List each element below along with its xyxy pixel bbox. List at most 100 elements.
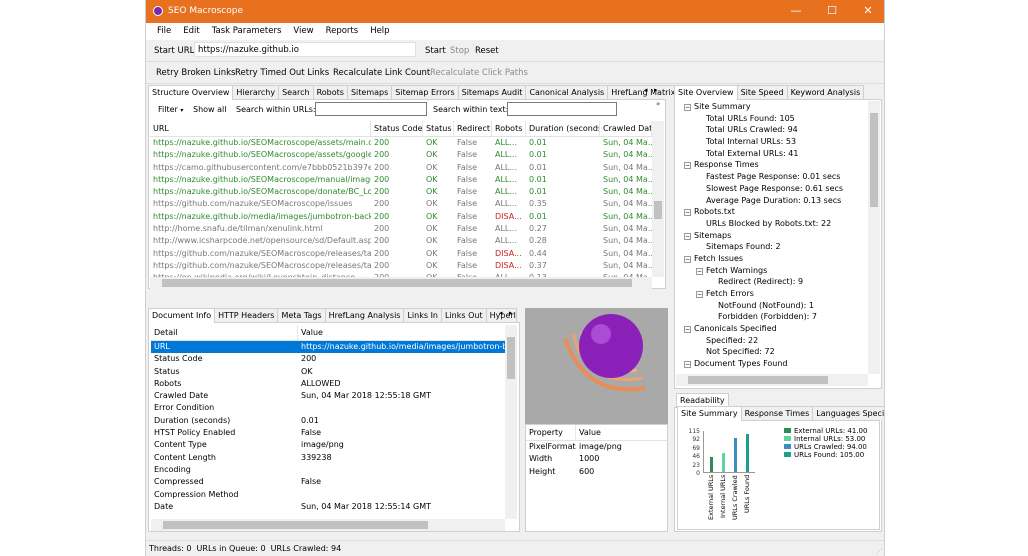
- detail-tab-right-icon[interactable]: ▸: [509, 309, 513, 317]
- detail-row[interactable]: Crawled Date Sun, 04 Mar 2018 12:55:18 GM…: [151, 390, 505, 402]
- detail-row[interactable]: URL https://nazuke.github.io/media/images…: [151, 341, 505, 354]
- table-row[interactable]: https://nazuke.github.io/SEOMacroscope/d…: [150, 186, 652, 198]
- tab-hierarchy[interactable]: Hierarchy: [232, 85, 280, 99]
- menu-file[interactable]: File: [151, 23, 177, 36]
- tab-scroll-left-icon[interactable]: ◂: [644, 86, 648, 94]
- collapse-icon[interactable]: −: [684, 209, 691, 217]
- col-detail[interactable]: Detail: [151, 325, 298, 340]
- collapse-icon[interactable]: −: [684, 232, 691, 240]
- tab-sitemap-errors[interactable]: Sitemap Errors: [391, 85, 459, 99]
- collapse-icon[interactable]: −: [696, 291, 703, 298]
- collapse-icon[interactable]: −: [696, 267, 703, 275]
- resize-grip-icon[interactable]: ⋰: [876, 548, 882, 555]
- expand-icon[interactable]: »: [656, 100, 660, 108]
- menu-task-parameters[interactable]: Task Parameters: [206, 23, 288, 36]
- table-row[interactable]: https://github.com/nazuke/SEOMacroscope/…: [150, 248, 652, 260]
- col-status-code[interactable]: Status Code: [371, 121, 423, 136]
- tab-http-headers[interactable]: HTTP Headers: [214, 308, 279, 322]
- search-urls-input[interactable]: [315, 102, 427, 116]
- tree-node[interactable]: − Site Summary: [676, 102, 868, 114]
- property-row[interactable]: Width 1000: [526, 453, 667, 465]
- tree-node[interactable]: Forbidden (Forbidden): 7: [676, 312, 868, 324]
- tree-node[interactable]: URLs Blocked by Robots.txt: 22: [676, 219, 868, 231]
- tree-node[interactable]: − Fetch Warnings: [676, 266, 868, 278]
- retry-broken-links-button[interactable]: Retry Broken Links: [156, 68, 235, 78]
- detail-row[interactable]: Duration (seconds) 0.01: [151, 415, 505, 427]
- tab-sitemaps-audit[interactable]: Sitemaps Audit: [457, 85, 527, 99]
- maximize-button[interactable]: ☐: [814, 0, 850, 23]
- tab-canonical-analysis[interactable]: Canonical Analysis: [525, 85, 609, 99]
- collapse-icon[interactable]: −: [684, 162, 691, 170]
- tab-links-in[interactable]: Links In: [403, 308, 442, 322]
- table-row[interactable]: https://nazuke.github.io/SEOMacroscope/m…: [150, 174, 652, 186]
- scroll-thumb[interactable]: [870, 113, 878, 207]
- scroll-thumb[interactable]: [163, 521, 428, 529]
- scroll-thumb[interactable]: [507, 337, 515, 379]
- table-row[interactable]: https://github.com/nazuke/SEOMacroscope/…: [150, 198, 652, 210]
- tab-robots[interactable]: Robots: [312, 85, 348, 99]
- detail-row[interactable]: Encoding: [151, 464, 505, 476]
- col-status[interactable]: Status: [423, 121, 454, 136]
- tab-search[interactable]: Search: [278, 85, 314, 99]
- collapse-icon[interactable]: −: [684, 255, 691, 263]
- col-url[interactable]: URL: [150, 121, 371, 136]
- structure-horizontal-scrollbar[interactable]: [150, 277, 652, 289]
- search-text-input[interactable]: [507, 102, 617, 116]
- tab-sitemaps[interactable]: Sitemaps: [346, 85, 393, 99]
- collapse-icon[interactable]: −: [684, 361, 691, 369]
- col-duration[interactable]: Duration (seconds): [526, 121, 600, 136]
- tab-hreflang-analysis[interactable]: HrefLang Analysis: [324, 308, 405, 322]
- scroll-thumb[interactable]: [162, 279, 632, 287]
- filter-dropdown[interactable]: Filter ▾: [158, 105, 183, 114]
- show-all-button[interactable]: Show all: [193, 105, 226, 114]
- tree-node[interactable]: Fastest Page Response: 0.01 secs: [676, 172, 868, 184]
- tree-node[interactable]: Total External URLs: 41: [676, 149, 868, 161]
- reset-button[interactable]: Reset: [475, 46, 499, 56]
- collapse-icon[interactable]: −: [684, 326, 691, 334]
- scroll-thumb[interactable]: [688, 376, 828, 384]
- property-row[interactable]: Height 600: [526, 466, 667, 478]
- start-url-input[interactable]: https://nazuke.github.io: [194, 42, 416, 57]
- tree-node[interactable]: Total URLs Found: 105: [676, 114, 868, 126]
- tree-node[interactable]: − Robots.txt: [676, 207, 868, 219]
- table-row[interactable]: https://camo.githubusercontent.com/e7bbb…: [150, 162, 652, 174]
- tab-site-overview[interactable]: Site Overview: [674, 85, 738, 100]
- table-row[interactable]: https://nazuke.github.io/SEOMacroscope/a…: [150, 149, 652, 161]
- detail-row[interactable]: Robots ALLOWED: [151, 378, 505, 390]
- scroll-thumb[interactable]: [654, 201, 662, 219]
- property-row[interactable]: PixelFormat image/png: [526, 441, 667, 453]
- detail-tab-left-icon[interactable]: ◂: [499, 309, 503, 317]
- tab-keyword-analysis[interactable]: Keyword Analysis: [786, 85, 865, 99]
- start-button[interactable]: Start: [425, 46, 446, 56]
- tree-node[interactable]: − Response Times: [676, 160, 868, 172]
- table-row[interactable]: https://github.com/nazuke/SEOMacroscope/…: [150, 260, 652, 272]
- detail-row[interactable]: HTST Policy Enabled False: [151, 427, 505, 439]
- tree-node[interactable]: Slowest Page Response: 0.61 secs: [676, 184, 868, 196]
- tree-node[interactable]: − Fetch Issues: [676, 254, 868, 266]
- tree-node[interactable]: − Sitemaps: [676, 231, 868, 243]
- detail-horizontal-scrollbar[interactable]: [151, 519, 505, 531]
- tab-languages-specified[interactable]: Languages Specified: [812, 406, 884, 420]
- collapse-icon[interactable]: −: [684, 104, 691, 111]
- col-property[interactable]: Property: [526, 425, 576, 440]
- tree-node[interactable]: Total Internal URLs: 53: [676, 137, 868, 149]
- tab-site-summary[interactable]: Site Summary: [677, 406, 742, 421]
- structure-vertical-scrollbar[interactable]: [652, 121, 664, 277]
- tree-node[interactable]: Specified: 22: [676, 336, 868, 348]
- tree-node[interactable]: Sitemaps Found: 2: [676, 242, 868, 254]
- recalculate-click-paths-button[interactable]: Recalculate Click Paths: [430, 68, 528, 78]
- detail-row[interactable]: Status Code 200: [151, 353, 505, 365]
- tree-vertical-scrollbar[interactable]: [868, 101, 880, 374]
- tab-site-speed[interactable]: Site Speed: [736, 85, 788, 99]
- recalculate-link-count-button[interactable]: Recalculate Link Count: [333, 68, 430, 78]
- detail-row[interactable]: Status OK: [151, 366, 505, 378]
- detail-row[interactable]: Error Condition: [151, 402, 505, 414]
- tab-structure-overview[interactable]: Structure Overview: [148, 85, 234, 100]
- menu-edit[interactable]: Edit: [177, 23, 205, 36]
- col-robots[interactable]: Robots: [492, 121, 526, 136]
- menu-help[interactable]: Help: [364, 23, 395, 36]
- col-property-value[interactable]: Value: [576, 425, 666, 440]
- tab-response-times[interactable]: Response Times: [740, 406, 814, 420]
- tab-document-info[interactable]: Document Info: [148, 308, 216, 323]
- tree-node[interactable]: Redirect (Redirect): 9: [676, 277, 868, 289]
